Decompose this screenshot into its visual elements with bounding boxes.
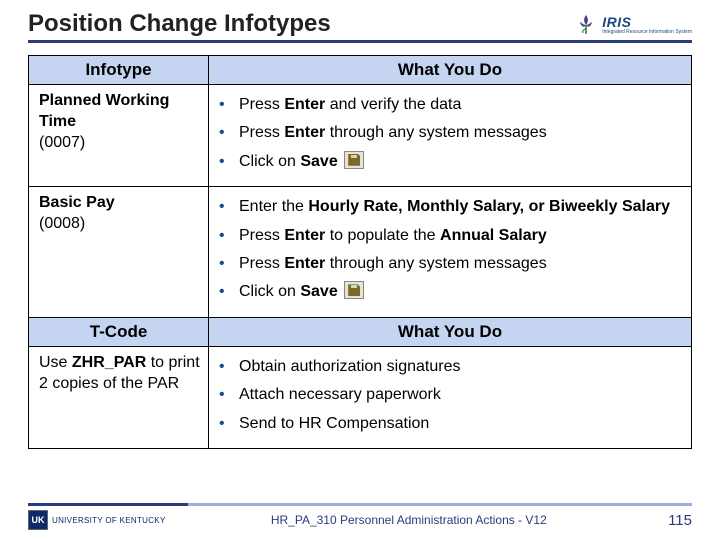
list-item: Press Enter through any system messages — [233, 119, 691, 147]
list-item: Press Enter through any system messages — [233, 250, 691, 278]
uk-logo: UK UNIVERSITY OF KENTUCKY — [28, 510, 166, 530]
step-list: Press Enter and verify the data Press En… — [209, 91, 691, 176]
step-list: Enter the Hourly Rate, Monthly Salary, o… — [209, 193, 691, 307]
page-number: 115 — [652, 512, 692, 529]
title-row: Position Change Infotypes IRIS Integrate… — [28, 10, 692, 43]
row-label: Use ZHR_PAR to print 2 copies of the PAR — [29, 347, 208, 409]
iris-logo: IRIS Integrated Resource Information Sys… — [574, 12, 692, 36]
disk-save-icon — [344, 151, 364, 169]
uk-name: UNIVERSITY OF KENTUCKY — [52, 516, 166, 525]
header-infotype: Infotype — [29, 56, 209, 85]
iris-logo-text: IRIS — [602, 14, 692, 30]
list-item: Attach necessary paperwork — [233, 381, 691, 409]
table-row: Planned Working Time (0007) Press Enter … — [29, 85, 692, 187]
footer-divider — [28, 503, 692, 506]
footer-caption: HR_PA_310 Personnel Administration Actio… — [166, 513, 652, 527]
uk-badge-icon: UK — [28, 510, 48, 530]
table-row: Basic Pay (0008) Enter the Hourly Rate, … — [29, 187, 692, 318]
list-item: Enter the Hourly Rate, Monthly Salary, o… — [233, 193, 691, 221]
table-row: Use ZHR_PAR to print 2 copies of the PAR… — [29, 346, 692, 448]
iris-logo-sub: Integrated Resource Information System — [602, 30, 692, 35]
page-title: Position Change Infotypes — [28, 10, 331, 38]
infotype-table: Infotype What You Do Planned Working Tim… — [28, 55, 692, 449]
header-whatyoudo2: What You Do — [209, 317, 692, 346]
slide: Position Change Infotypes IRIS Integrate… — [0, 0, 720, 540]
list-item: Press Enter and verify the data — [233, 91, 691, 119]
list-item: Click on Save — [233, 278, 691, 306]
iris-flower-icon — [574, 12, 598, 36]
row-label: Basic Pay (0008) — [29, 187, 208, 249]
list-item: Click on Save — [233, 148, 691, 176]
disk-save-icon — [344, 281, 364, 299]
list-item: Obtain authorization signatures — [233, 353, 691, 381]
footer: UK UNIVERSITY OF KENTUCKY HR_PA_310 Pers… — [0, 510, 720, 530]
header-tcode: T-Code — [29, 317, 209, 346]
step-list: Obtain authorization signatures Attach n… — [209, 353, 691, 438]
row-label: Planned Working Time (0007) — [29, 85, 208, 167]
list-item: Press Enter to populate the Annual Salar… — [233, 222, 691, 250]
header-whatyoudo: What You Do — [209, 56, 692, 85]
list-item: Send to HR Compensation — [233, 410, 691, 438]
